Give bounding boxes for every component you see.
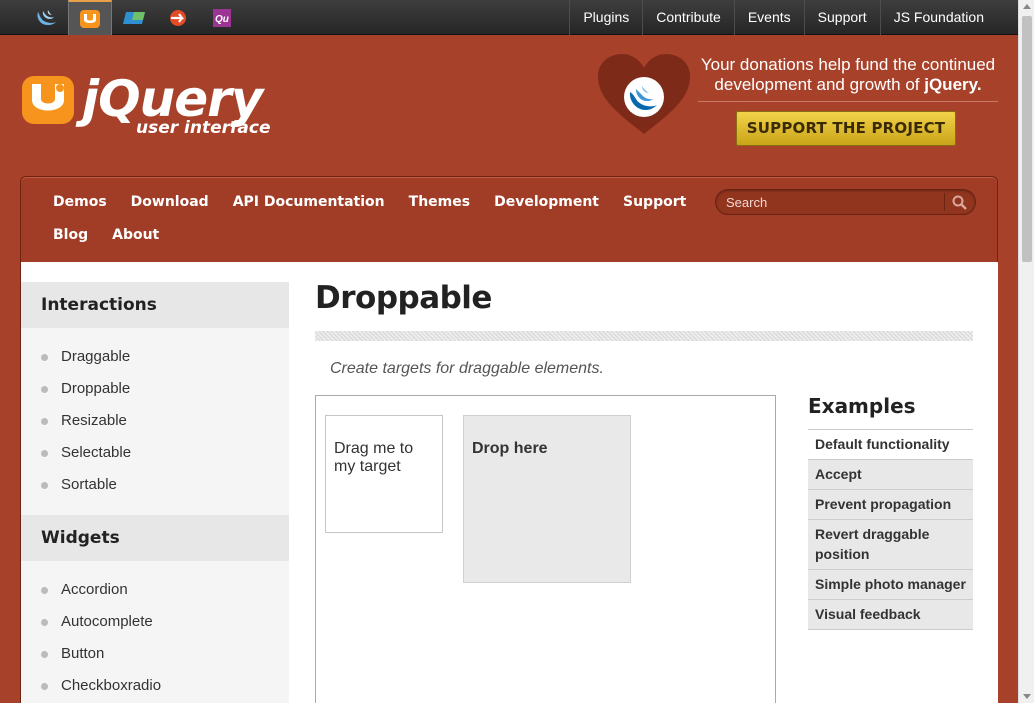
sidebar-item-button[interactable]: Button bbox=[21, 638, 289, 670]
example-prevent-propagation[interactable]: Prevent propagation bbox=[808, 490, 973, 520]
jquery-mobile-icon bbox=[123, 11, 145, 24]
nav-development[interactable]: Development bbox=[494, 194, 599, 227]
example-accept[interactable]: Accept bbox=[808, 460, 973, 490]
support-project-button[interactable]: SUPPORT THE PROJECT bbox=[736, 111, 956, 146]
main-content: Droppable Create targets for draggable e… bbox=[315, 262, 975, 703]
examples-title: Examples bbox=[808, 395, 973, 430]
bullet-icon bbox=[41, 418, 48, 425]
main-nav: Demos Download API Documentation Themes … bbox=[53, 194, 713, 260]
demo-frame: Drag me to my target Drop here bbox=[315, 395, 776, 703]
sidebar-item-droppable[interactable]: Droppable bbox=[21, 373, 289, 405]
sidebar-item-label: Selectable bbox=[61, 444, 132, 461]
sidebar-item-label: Checkboxradio bbox=[61, 677, 162, 694]
nav-themes[interactable]: Themes bbox=[409, 194, 470, 227]
qunit-icon: Qu bbox=[213, 8, 231, 27]
search-icon[interactable] bbox=[952, 195, 967, 210]
sidebar-list-widgets: Accordion Autocomplete Button Checkboxra… bbox=[21, 561, 289, 703]
scroll-up-arrow-icon[interactable] bbox=[1023, 4, 1031, 9]
search-divider bbox=[944, 193, 945, 211]
svg-text:Qu: Qu bbox=[215, 14, 229, 25]
page-title: Droppable bbox=[315, 280, 492, 316]
donation-heart-icon bbox=[598, 54, 690, 134]
bullet-icon bbox=[41, 587, 48, 594]
bullet-icon bbox=[41, 386, 48, 393]
droppable-target[interactable]: Drop here bbox=[463, 415, 631, 583]
sidebar-item-resizable[interactable]: Resizable bbox=[21, 405, 289, 437]
example-visual-feedback[interactable]: Visual feedback bbox=[808, 600, 973, 630]
sidebar-item-label: Droppable bbox=[61, 380, 131, 397]
bullet-icon bbox=[41, 354, 48, 361]
sidebar-item-checkboxradio[interactable]: Checkboxradio bbox=[21, 670, 289, 702]
page-scrollbar[interactable] bbox=[1018, 0, 1034, 703]
bullet-icon bbox=[41, 482, 48, 489]
global-topbar: Qu Plugins Contribute Events Support JS … bbox=[0, 0, 1018, 35]
bullet-icon bbox=[41, 651, 48, 658]
jquery-icon bbox=[37, 9, 56, 25]
example-simple-photo-manager[interactable]: Simple photo manager bbox=[808, 570, 973, 600]
bullet-icon bbox=[41, 450, 48, 457]
bullet-icon bbox=[41, 619, 48, 626]
project-jquery-ui[interactable] bbox=[68, 0, 112, 35]
project-jquery-mobile[interactable] bbox=[112, 0, 156, 35]
scroll-thumb[interactable] bbox=[1022, 16, 1032, 262]
draggable-box[interactable]: Drag me to my target bbox=[325, 415, 443, 533]
project-sizzle[interactable] bbox=[156, 0, 200, 35]
sidebar-item-label: Accordion bbox=[61, 581, 128, 598]
example-default-functionality[interactable]: Default functionality bbox=[808, 430, 973, 460]
jquery-ui-icon bbox=[80, 9, 100, 28]
toplink-contribute[interactable]: Contribute bbox=[642, 0, 734, 35]
sidebar-item-draggable[interactable]: Draggable bbox=[21, 341, 289, 373]
donation-line-2: development and growth of bbox=[714, 75, 925, 94]
sidebar-item-selectable[interactable]: Selectable bbox=[21, 437, 289, 469]
global-links: Plugins Contribute Events Support JS Fou… bbox=[569, 0, 1018, 35]
search-box bbox=[715, 189, 976, 215]
examples-panel: Examples Default functionality Accept Pr… bbox=[808, 395, 973, 630]
toplink-plugins[interactable]: Plugins bbox=[569, 0, 642, 35]
sidebar-heading-interactions: Interactions bbox=[21, 282, 289, 328]
sidebar-item-sortable[interactable]: Sortable bbox=[21, 469, 289, 501]
nav-api-documentation[interactable]: API Documentation bbox=[233, 194, 385, 227]
sidebar-list-interactions: Draggable Droppable Resizable Selectable… bbox=[21, 328, 289, 515]
donation-line-1: Your donations help fund the continued bbox=[700, 55, 996, 74]
nav-download[interactable]: Download bbox=[131, 194, 209, 227]
project-jquery[interactable] bbox=[24, 0, 68, 35]
sizzle-icon bbox=[170, 9, 186, 26]
sidebar-item-label: Autocomplete bbox=[61, 613, 153, 630]
project-qunit[interactable]: Qu bbox=[200, 0, 244, 35]
nav-demos[interactable]: Demos bbox=[53, 194, 107, 227]
jquery-ui-logo[interactable]: jQuery user interface bbox=[20, 70, 271, 138]
donation-message: Your donations help fund the continued d… bbox=[698, 55, 998, 95]
logo-subtitle: user interface bbox=[136, 118, 271, 138]
content-page: Interactions Draggable Droppable Resizab… bbox=[20, 262, 998, 703]
search-input[interactable] bbox=[726, 193, 941, 211]
project-switcher: Qu bbox=[24, 0, 244, 35]
sidebar-item-label: Sortable bbox=[61, 476, 117, 493]
sidebar-heading-widgets: Widgets bbox=[21, 515, 289, 561]
bullet-icon bbox=[41, 683, 48, 690]
nav-about[interactable]: About bbox=[112, 227, 159, 260]
main-nav-panel: Demos Download API Documentation Themes … bbox=[20, 176, 998, 264]
toplink-events[interactable]: Events bbox=[733, 0, 804, 35]
sidebar-item-label: Button bbox=[61, 645, 105, 662]
example-revert-draggable-position[interactable]: Revert draggable position bbox=[808, 520, 973, 570]
nav-support[interactable]: Support bbox=[623, 194, 686, 227]
jquery-ui-logo-icon bbox=[22, 76, 74, 124]
scroll-down-arrow-icon[interactable] bbox=[1023, 694, 1031, 699]
sidebar-item-label: Draggable bbox=[61, 348, 131, 365]
sidebar-item-autocomplete[interactable]: Autocomplete bbox=[21, 606, 289, 638]
donation-divider bbox=[698, 101, 998, 102]
toplink-support[interactable]: Support bbox=[803, 0, 880, 35]
page-description: Create targets for draggable elements. bbox=[330, 360, 604, 377]
donation-brand: jQuery. bbox=[924, 75, 982, 94]
title-divider bbox=[315, 331, 973, 341]
examples-list: Default functionality Accept Prevent pro… bbox=[808, 430, 973, 630]
sidebar-item-accordion[interactable]: Accordion bbox=[21, 574, 289, 606]
sidebar-item-label: Resizable bbox=[61, 412, 127, 429]
toplink-js-foundation[interactable]: JS Foundation bbox=[879, 0, 1018, 35]
nav-blog[interactable]: Blog bbox=[53, 227, 88, 260]
sidebar: Interactions Draggable Droppable Resizab… bbox=[21, 282, 289, 703]
logo-wordmark: jQuery bbox=[82, 70, 263, 128]
